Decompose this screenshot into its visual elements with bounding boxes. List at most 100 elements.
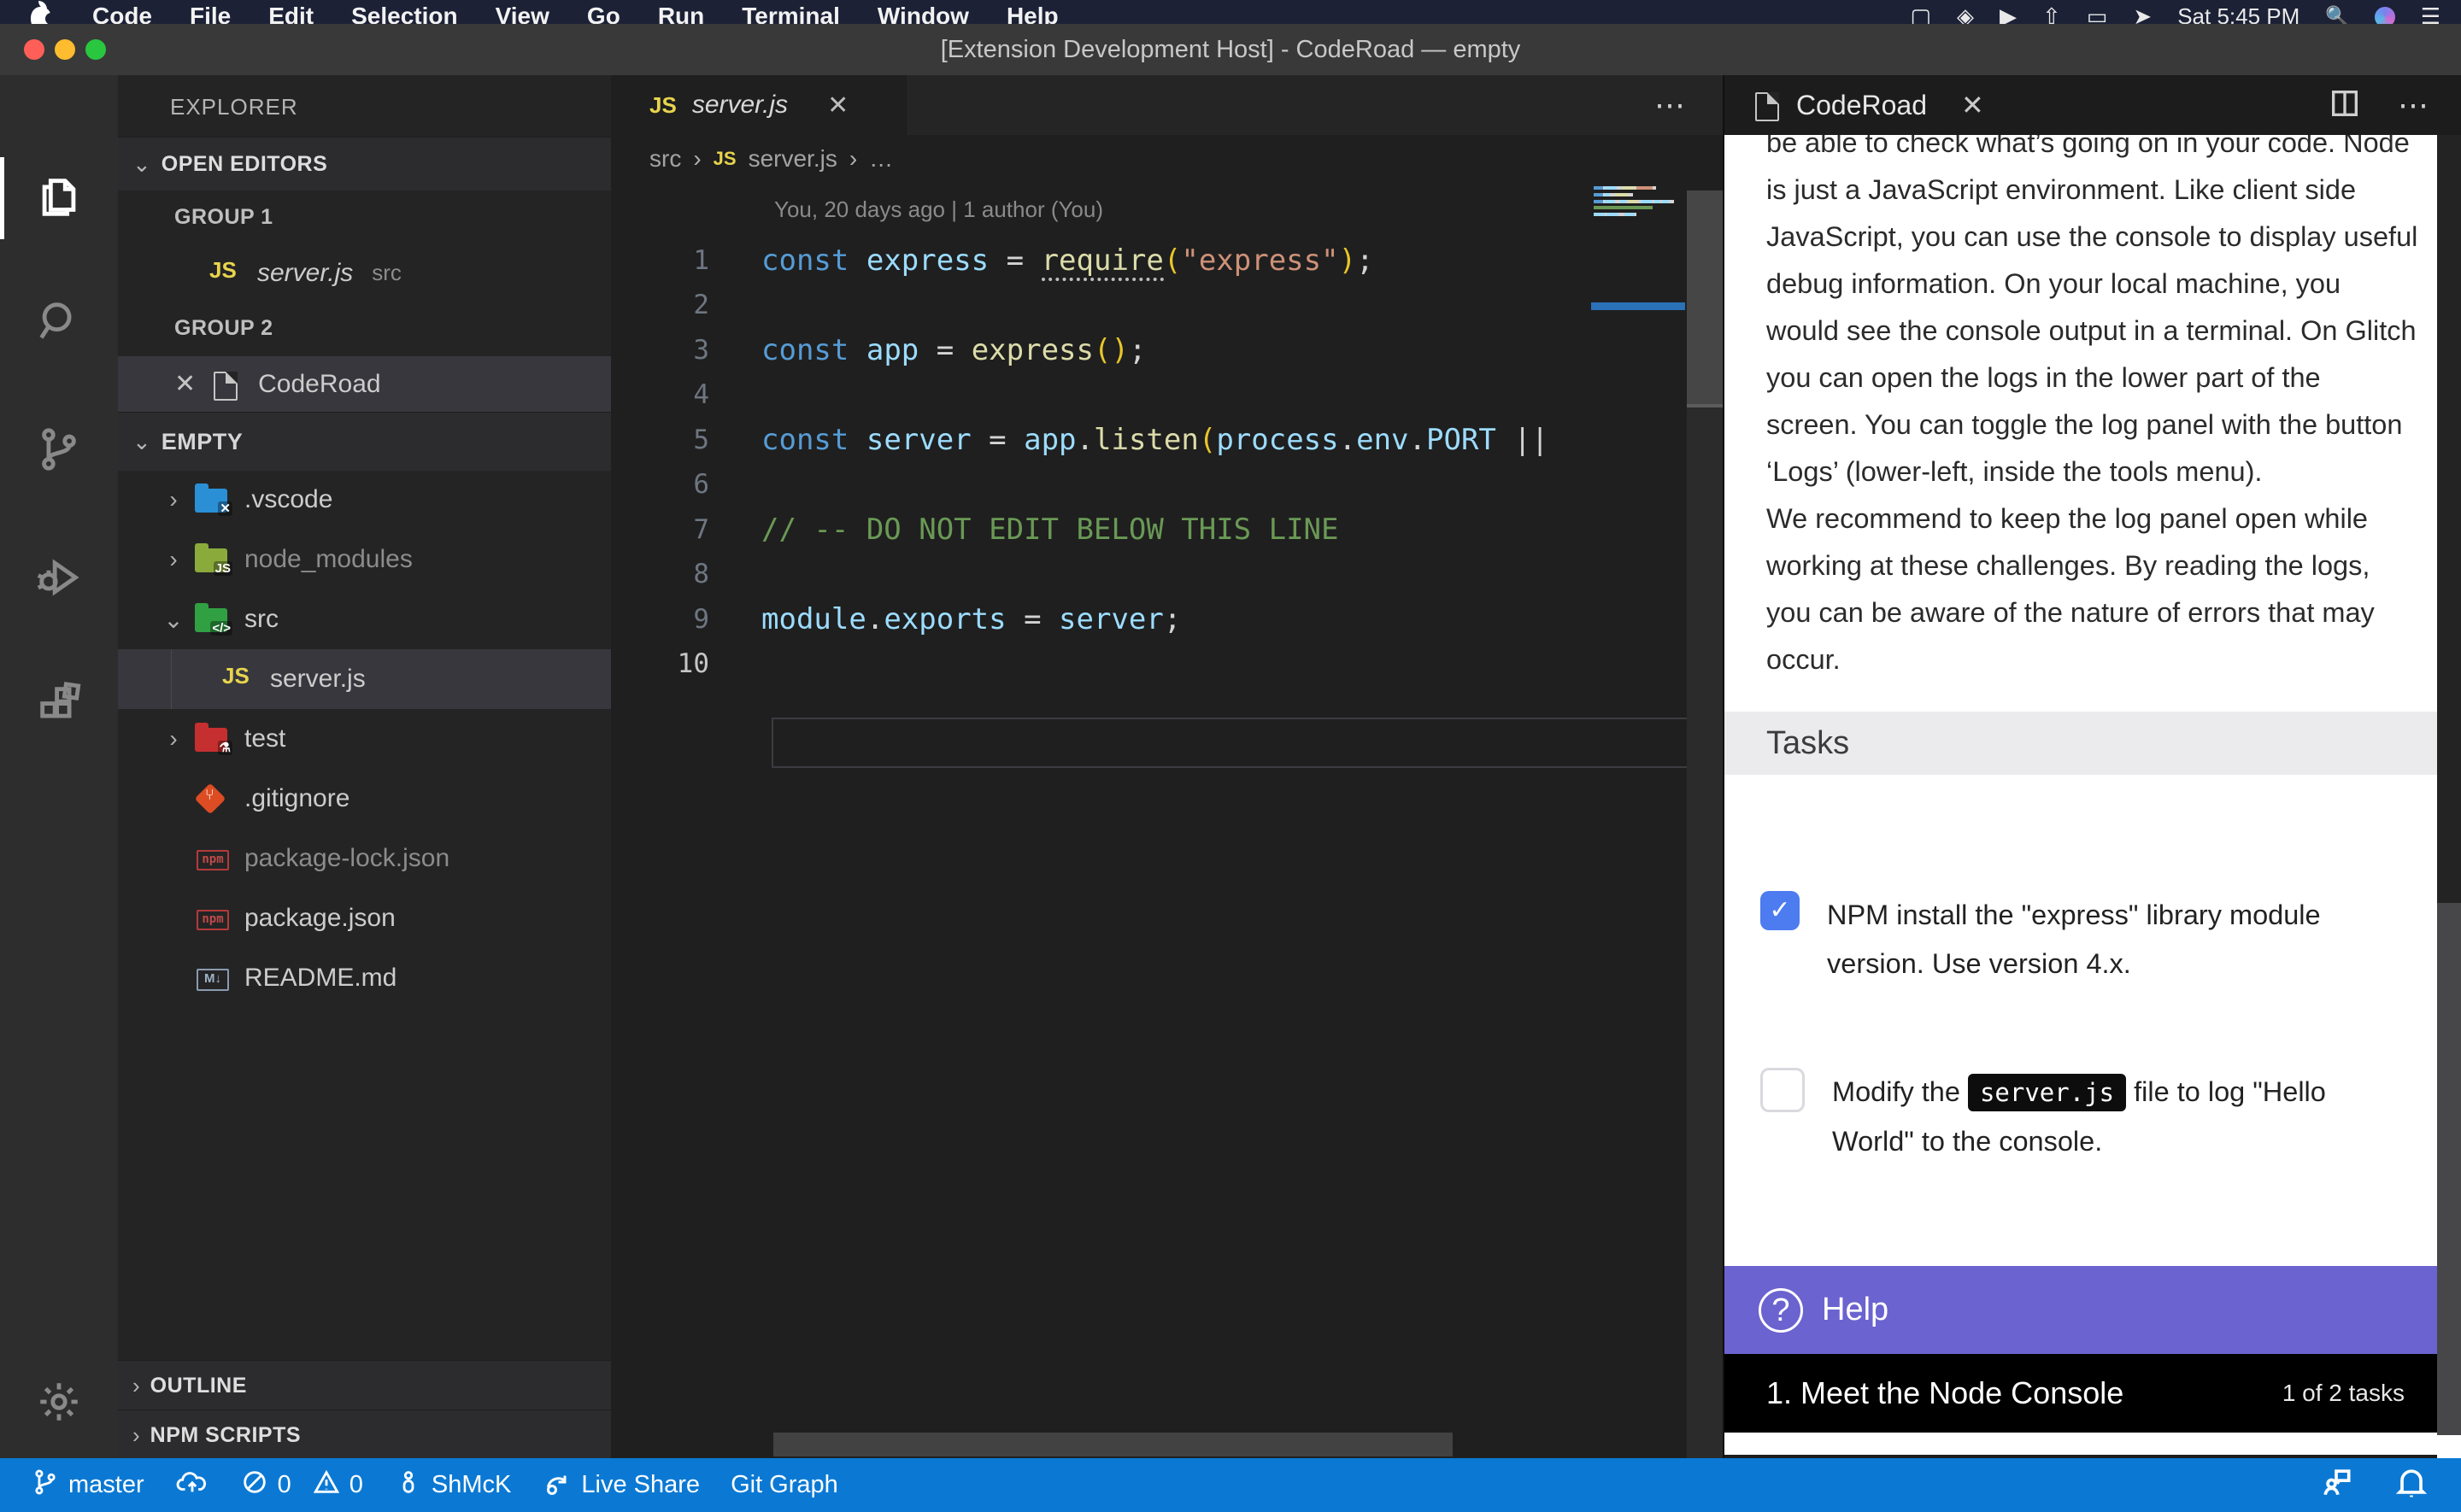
chevron-down-icon: ⌄ — [132, 429, 151, 455]
menu-view[interactable]: View — [496, 3, 549, 24]
minimap-line — [1594, 193, 1633, 196]
close-panel-icon[interactable]: ✕ — [1961, 89, 1984, 121]
panel-tab-label[interactable]: CodeRoad — [1796, 90, 1927, 121]
task-label: Modify the server.js file to log "HelloW… — [1832, 1068, 2326, 1166]
close-tab-icon[interactable]: ✕ — [827, 91, 849, 120]
chevron-down-icon: ⌄ — [132, 151, 151, 178]
section-npm-scripts[interactable]: ›NPM SCRIPTS — [118, 1409, 611, 1460]
menu-run[interactable]: Run — [658, 3, 704, 24]
test-icon: ⚗ — [195, 724, 229, 753]
codelens-annotation[interactable]: You, 20 days ago | 1 author (You) — [774, 196, 1103, 223]
menu-code[interactable]: Code — [92, 3, 152, 24]
tree-item-gitignore[interactable]: .gitignore — [118, 769, 611, 829]
apple-menu-icon[interactable] — [31, 7, 51, 24]
section-outline[interactable]: ›OUTLINE — [118, 1360, 611, 1410]
menu-go[interactable]: Go — [587, 3, 620, 24]
md-icon: M↓ — [195, 964, 229, 993]
clock-text[interactable]: Sat 5:45 PM — [2177, 3, 2299, 24]
js-file-icon: JS — [220, 665, 255, 694]
open-editor-label: server.js — [257, 259, 353, 288]
tree-item-label: .gitignore — [244, 784, 349, 813]
tab-server-js[interactable]: JS server.js ✕ — [611, 75, 907, 135]
split-editor-icon[interactable] — [2328, 86, 2362, 125]
run-debug-view-button[interactable] — [0, 532, 118, 626]
task-label: NPM install the "express" library module… — [1827, 891, 2321, 988]
problems-status[interactable]: 0 0 — [240, 1468, 363, 1503]
menu-selection[interactable]: Selection — [351, 3, 457, 24]
menu-window[interactable]: Window — [878, 3, 969, 24]
minimap-current-line — [1591, 302, 1685, 310]
source-control-icon — [34, 425, 84, 478]
tree-item-src[interactable]: ⌄</>src — [118, 589, 611, 649]
menu-file[interactable]: File — [190, 3, 231, 24]
editor-horizontal-scrollbar-thumb[interactable] — [773, 1433, 1453, 1456]
code-line-3: 3const app = express(); — [611, 327, 1713, 372]
code-text: const server = app.listen(process.env.PO… — [709, 423, 1548, 457]
js-file-icon: JS — [714, 148, 737, 170]
tree-item-packagejson[interactable]: npmpackage.json — [118, 888, 611, 948]
sidebar-title: EXPLORER — [170, 94, 298, 120]
notifications-bell-icon[interactable] — [2393, 1463, 2430, 1508]
extensions-view-button[interactable] — [0, 660, 118, 754]
breadcrumb[interactable]: src › JS server.js › … — [649, 145, 893, 173]
tree-item-label: .vscode — [244, 485, 332, 514]
siri-icon[interactable] — [2375, 7, 2395, 24]
errors-icon — [240, 1468, 269, 1503]
webview-scrollbar-thumb[interactable] — [2437, 135, 2461, 903]
display-icon[interactable]: ▢ — [1910, 3, 1931, 24]
menu-terminal[interactable]: Terminal — [742, 3, 840, 24]
chevron-icon: ⌄ — [152, 606, 195, 634]
open-editor-item[interactable]: JSserver.jssrc — [118, 245, 611, 301]
git-graph-button[interactable]: Git Graph — [731, 1471, 838, 1499]
code-text: const express = require("express"); — [709, 243, 1374, 278]
tree-item-label: package.json — [244, 904, 396, 933]
task-checkbox[interactable] — [1760, 1068, 1805, 1112]
spotlight-icon[interactable]: 🔍 — [2325, 3, 2348, 24]
webview-scrollbar-track[interactable] — [2437, 903, 2461, 1435]
git-icon — [195, 784, 229, 813]
live-share-user[interactable]: ShMcK — [394, 1468, 511, 1503]
open-editor-item[interactable]: ✕CodeRoad — [118, 356, 611, 412]
explorer-view-button[interactable] — [0, 152, 118, 246]
menu-help[interactable]: Help — [1007, 3, 1059, 24]
open-editors-group-label: GROUP 1 — [118, 190, 611, 245]
menu-edit[interactable]: Edit — [268, 3, 314, 24]
js-file-icon: JS — [208, 259, 242, 288]
person-icon — [394, 1468, 423, 1503]
files-icon — [34, 173, 84, 226]
tree-item-test[interactable]: ›⚗test — [118, 709, 611, 769]
tree-item-node_modules[interactable]: ›JSnode_modules — [118, 530, 611, 589]
settings-gear-button[interactable] — [0, 1357, 118, 1450]
window-title-bar[interactable]: [Extension Development Host] - CodeRoad … — [0, 24, 2461, 77]
help-button[interactable]: ? Help — [1724, 1266, 2439, 1354]
keynote-play-icon[interactable]: ▶ — [2000, 3, 2017, 24]
tree-item-packagelockjson[interactable]: npmpackage-lock.json — [118, 829, 611, 888]
minimap-line — [1594, 206, 1653, 209]
git-branch-status[interactable]: master — [31, 1468, 144, 1503]
folder-root-header[interactable]: ⌄ EMPTY — [118, 412, 611, 471]
panel-more-actions-icon[interactable]: ⋯ — [2398, 87, 2432, 123]
tree-item-serverjs[interactable]: JSserver.js — [118, 649, 611, 709]
shield-icon[interactable]: ◈ — [1957, 3, 1974, 24]
control-center-icon[interactable]: ☰ — [2421, 3, 2440, 24]
tree-item-READMEmd[interactable]: M↓README.md — [118, 948, 611, 1008]
live-share-button[interactable]: Live Share — [542, 1467, 700, 1504]
feedback-icon[interactable] — [2317, 1463, 2355, 1508]
tree-item-vscode[interactable]: ›✕.vscode — [118, 470, 611, 530]
location-icon[interactable]: ➤ — [2133, 3, 2152, 24]
close-icon[interactable]: ✕ — [174, 369, 196, 399]
source-control-view-button[interactable] — [0, 404, 118, 498]
branch-icon — [31, 1468, 60, 1503]
task-checkbox[interactable]: ✓ — [1760, 891, 1800, 930]
battery-icon[interactable]: ▭ — [2087, 3, 2108, 24]
editor-actions-more-icon[interactable]: ⋯ — [1654, 87, 1689, 123]
editor-vertical-scrollbar-thumb[interactable] — [1687, 190, 1723, 407]
tab-label: server.js — [692, 91, 788, 120]
search-view-button[interactable] — [0, 276, 118, 370]
webview-file-icon — [1750, 91, 1784, 120]
minimap[interactable] — [1591, 186, 1687, 314]
code-line-1: 1const express = require("express"); — [611, 237, 1713, 283]
sync-changes-button[interactable] — [175, 1468, 209, 1503]
open-editors-section-header[interactable]: ⌄ OPEN EDITORS — [118, 137, 611, 190]
airdrop-icon[interactable]: ⇧ — [2042, 3, 2061, 24]
